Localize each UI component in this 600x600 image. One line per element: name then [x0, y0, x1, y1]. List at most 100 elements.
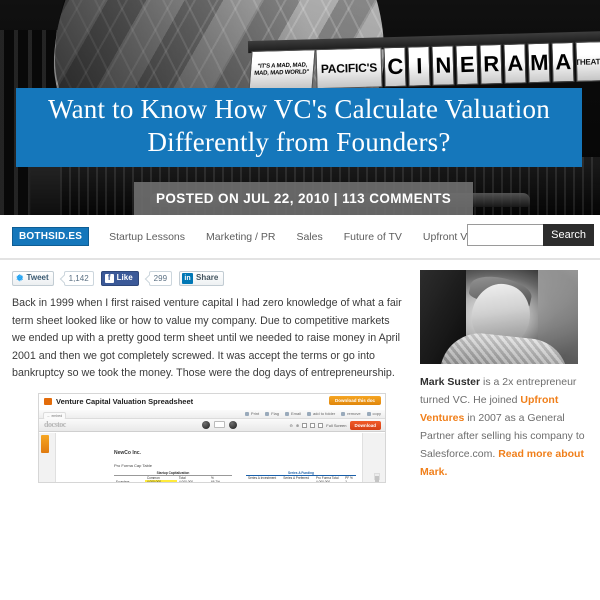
sheet-row-pct: 66.7% — [210, 479, 221, 483]
nav-item-sales[interactable]: Sales — [296, 231, 322, 243]
embed-vertical-scrollbar[interactable] — [374, 472, 380, 482]
twitter-bird-icon: ❅ — [16, 272, 24, 283]
article-column: ❅ Tweet 1,142 f Like 299 in Share Back i… — [12, 270, 402, 483]
embed-view-tools: ⊖ ⊕ Full Screen Download — [290, 420, 381, 430]
embed-toolbar-email[interactable]: Email — [284, 411, 301, 417]
remove-label: remove — [347, 411, 361, 417]
sheet-row-common: 4,000,000 — [144, 479, 177, 482]
docstoc-brand: docstoc — [44, 420, 66, 430]
sheet-subtitle: Pro Forma Cap Table — [114, 462, 152, 468]
embed-download-button[interactable]: Download — [349, 420, 381, 430]
embed-toolbar-remove[interactable]: remove — [341, 411, 361, 417]
author-bio: Mark Suster is a 2x entrepreneur turned … — [420, 373, 586, 481]
page-content: ❅ Tweet 1,142 f Like 299 in Share Back i… — [0, 260, 600, 483]
nav-links: Startup Lessons Marketing / PR Sales Fut… — [109, 231, 502, 243]
folder-label: add to folder — [312, 411, 336, 417]
sheet-row-pf-total: 4,000,000 — [315, 479, 331, 483]
sheet-company-name: NewCo Inc. — [114, 449, 141, 456]
download-doc-ribbon[interactable]: Download this doc — [329, 395, 381, 405]
copy-label: copy — [372, 411, 381, 417]
search-button[interactable]: Search — [543, 224, 594, 246]
twitter-tweet-button[interactable]: ❅ Tweet — [12, 270, 54, 286]
sidebar: Mark Suster is a 2x entrepreneur turned … — [420, 270, 586, 483]
print-icon — [244, 411, 249, 416]
author-name: Mark Suster — [420, 376, 481, 388]
social-share-row: ❅ Tweet 1,142 f Like 299 in Share — [12, 270, 402, 286]
marquee-movie-title: "IT'S A MAD, MAD, MAD, MAD WORLD" — [248, 49, 316, 92]
copy-icon — [366, 411, 371, 416]
cinerama-letter: A — [503, 43, 527, 84]
nav-item-marketing-pr[interactable]: Marketing / PR — [206, 231, 275, 243]
embed-title: Venture Capital Valuation Spreadsheet — [44, 397, 193, 406]
sheet-right-table: Series A Funding Series A Investment Ser… — [246, 470, 356, 483]
next-page-icon[interactable] — [228, 420, 237, 429]
cinerama-letter: E — [455, 44, 479, 86]
flag-icon — [265, 411, 270, 416]
nav-item-startup-lessons[interactable]: Startup Lessons — [109, 231, 185, 243]
cinerama-letter: N — [431, 45, 455, 86]
site-navbar: BOTHSID.ES Startup Lessons Marketing / P… — [0, 215, 600, 260]
marquee-pacifics-panel: PACIFIC'S — [315, 47, 383, 90]
linkedin-icon: in — [182, 272, 194, 284]
author-photo — [420, 270, 578, 364]
scrollbar-thumb[interactable] — [375, 475, 379, 482]
search-input[interactable] — [467, 224, 544, 246]
embed-document-page: NewCo Inc. Pro Forma Cap Table Startup C… — [55, 432, 363, 483]
sheet-right-col-0: Series A Investment — [248, 475, 277, 480]
two-page-icon[interactable] — [310, 422, 316, 428]
spreadsheet-icon — [44, 397, 52, 405]
table-row: 4,000,000 ? — [246, 479, 356, 483]
table-row: Founders 4,000,000 4,000,000 66.7% — [114, 479, 232, 483]
spreadsheet-embed[interactable]: Venture Capital Valuation Spreadsheet Do… — [38, 392, 386, 483]
linkedin-label: Share — [196, 273, 219, 282]
page-title: Want to Know How VC's Calculate Valuatio… — [16, 88, 582, 167]
remove-icon — [341, 411, 346, 416]
prev-page-icon[interactable] — [201, 420, 210, 429]
embed-title-text: Venture Capital Valuation Spreadsheet — [56, 396, 194, 406]
zoom-in-icon[interactable]: ⊕ — [296, 423, 299, 428]
search-form: Search — [467, 224, 594, 246]
single-page-icon[interactable] — [302, 422, 308, 428]
embed-toolbar-top: Print Flag Email add to folder remove co… — [39, 409, 385, 419]
embed-toolbar-copy[interactable]: copy — [366, 411, 381, 417]
marquee-cinerama-letters: C I N E R A M A — [383, 41, 575, 88]
sheet-row-label: Founders — [116, 479, 130, 483]
email-label: Email — [290, 411, 301, 417]
embed-document-area: NewCo Inc. Pro Forma Cap Table Startup C… — [39, 432, 385, 483]
facebook-like-button[interactable]: f Like — [100, 270, 139, 286]
sheet-row-total: 4,000,000 — [178, 479, 194, 483]
site-logo[interactable]: BOTHSID.ES — [12, 227, 90, 246]
embed-pager[interactable] — [201, 420, 237, 429]
linkedin-share-button[interactable]: in Share — [179, 270, 225, 286]
zoom-out-icon[interactable]: ⊖ — [290, 423, 293, 428]
folder-icon — [306, 411, 311, 416]
facebook-count: 299 — [148, 270, 173, 286]
cinerama-letter: A — [551, 41, 575, 83]
embed-side-tab[interactable] — [41, 434, 49, 453]
embed-toolbar-flag[interactable]: Flag — [265, 411, 279, 416]
tweet-label: Tweet — [26, 273, 49, 282]
flag-label: Flag — [271, 411, 279, 417]
twitter-count: 1,142 — [63, 270, 94, 286]
sheet-right-col-1: Series A Preferred — [283, 475, 310, 480]
post-meta: POSTED ON JUL 22, 2010 | 113 COMMENTS — [134, 182, 474, 215]
embed-toolbar-print[interactable]: Print — [244, 411, 260, 417]
page-number-field[interactable] — [213, 421, 225, 429]
cinerama-letter: M — [527, 42, 551, 84]
sheet-left-table: Startup Capitalization Common Total % Fo… — [114, 470, 232, 483]
email-icon — [284, 411, 289, 416]
cinerama-letter: R — [479, 43, 503, 85]
hero-banner: "IT'S A MAD, MAD, MAD, MAD WORLD" PACIFI… — [0, 0, 600, 215]
like-label: Like — [116, 273, 133, 282]
nav-item-future-of-tv[interactable]: Future of TV — [344, 231, 402, 243]
marquee-theatre-panel: THEATRE — [575, 40, 600, 82]
print-label: Print — [250, 411, 260, 417]
fullscreen-label[interactable]: Full Screen — [326, 423, 346, 428]
thumbnail-icon[interactable] — [318, 422, 324, 428]
cinerama-letter: C — [383, 46, 407, 88]
sheet-row-pf-pct: ? — [345, 479, 347, 483]
article-paragraph: Back in 1999 when I first raised venture… — [12, 297, 402, 380]
facebook-icon: f — [104, 273, 114, 283]
embed-toolbar-add-to-folder[interactable]: add to folder — [306, 411, 336, 417]
cinerama-letter: I — [407, 45, 431, 87]
